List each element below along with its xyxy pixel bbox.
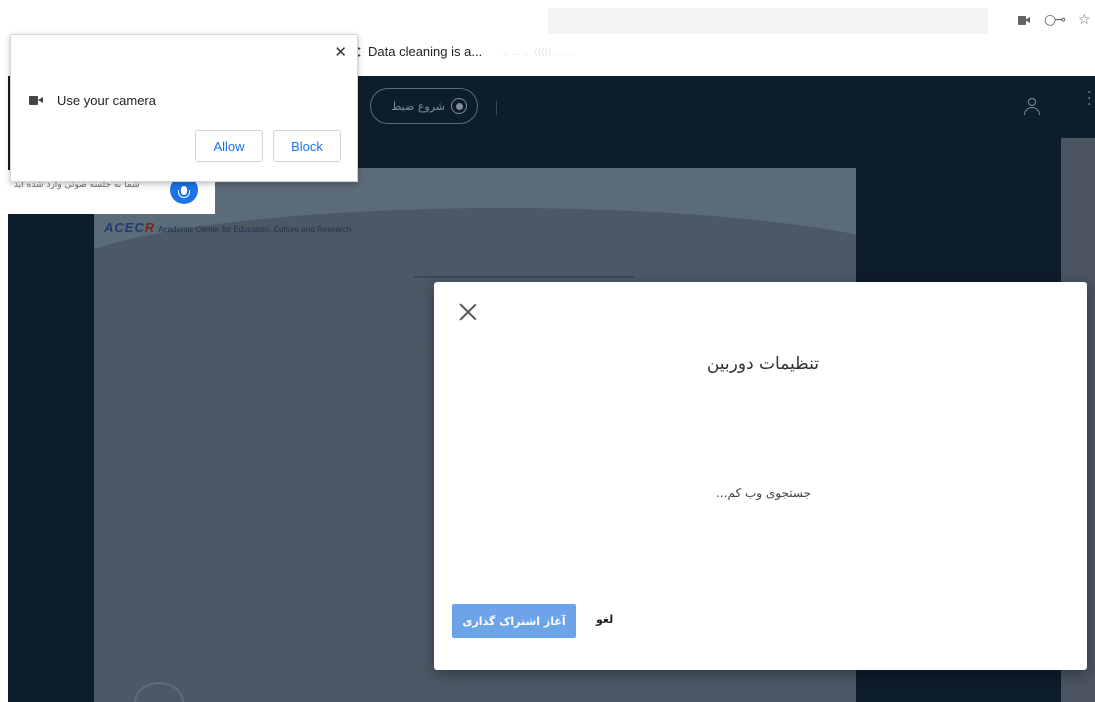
- header-divider: [496, 101, 497, 115]
- more-options-icon[interactable]: · · ·: [1087, 86, 1091, 112]
- faded-tab-text: ... ... ... ((((( ... ...: [500, 48, 575, 58]
- left-panel: [8, 138, 94, 702]
- camera-permission-popup: ✕ Use your camera Allow Block: [10, 34, 358, 182]
- address-bar[interactable]: [548, 8, 988, 34]
- start-sharing-button[interactable]: آغاز اشتراک گذاری: [452, 604, 576, 638]
- left-edge-decoration: [0, 300, 8, 500]
- address-bar-icons: ○⊸ ☆: [1018, 10, 1091, 30]
- key-icon[interactable]: ○⊸: [1044, 12, 1066, 28]
- start-recording-button[interactable]: شروع ضبط: [370, 88, 478, 124]
- star-icon[interactable]: ☆: [1078, 12, 1091, 28]
- record-icon: [451, 98, 467, 114]
- user-icon[interactable]: [1024, 98, 1040, 116]
- logo-subtitle: Academic Center for Education, Culture a…: [158, 225, 352, 234]
- permission-text: Use your camera: [57, 93, 156, 108]
- close-icon[interactable]: ✕: [334, 43, 347, 61]
- tab-title: Data cleaning is a...: [368, 44, 483, 59]
- logo-mark: ACECR: [104, 220, 156, 235]
- camera-icon: [29, 96, 43, 105]
- block-button[interactable]: Block: [273, 130, 341, 162]
- cancel-button[interactable]: لغو: [596, 613, 613, 626]
- webcam-settings-modal: تنظیمات دوربین جستجوی وب کم... آغاز اشتر…: [434, 282, 1087, 670]
- camera-blocked-icon[interactable]: [1018, 15, 1030, 25]
- record-label: شروع ضبط: [391, 99, 445, 113]
- slide-logo: ACECR Academic Center for Education, Cul…: [104, 220, 351, 235]
- allow-button[interactable]: Allow: [195, 130, 263, 162]
- close-icon[interactable]: [458, 302, 478, 322]
- browser-tab[interactable]: Data cleaning is a...: [352, 44, 482, 59]
- slide-emblem: [134, 682, 184, 702]
- webcam-status: جستجوی وب کم...: [716, 486, 811, 500]
- permission-request: Use your camera: [29, 93, 156, 108]
- modal-title: تنظیمات دوربین: [706, 354, 819, 374]
